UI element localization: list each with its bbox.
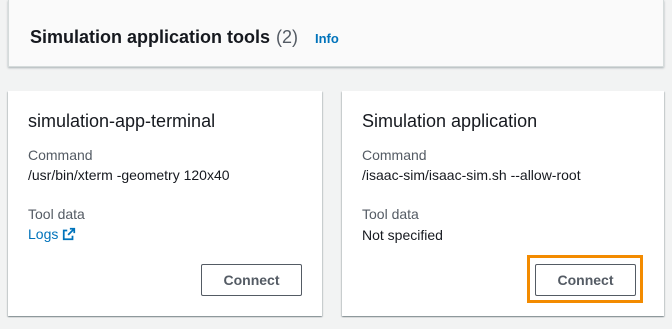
- tools-header-panel: Simulation application tools (2) Info: [8, 0, 664, 67]
- connect-button-simulation-application[interactable]: Connect: [535, 264, 636, 296]
- header-title-text: Simulation application tools: [30, 27, 271, 47]
- command-label: Command: [28, 147, 93, 163]
- tool-data-value: Not specified: [362, 227, 443, 243]
- tool-card-title: Simulation application: [362, 111, 538, 131]
- tool-count: (2): [276, 27, 299, 47]
- logs-link-label: Logs: [28, 226, 59, 242]
- command-value: /isaac-sim/isaac-sim.sh --allow-root: [362, 167, 581, 183]
- command-value: /usr/bin/xterm -geometry 120x40: [28, 167, 230, 183]
- logs-link[interactable]: Logs: [28, 226, 76, 242]
- page-title: Simulation application tools (2): [30, 27, 298, 48]
- info-link[interactable]: Info: [315, 31, 339, 46]
- command-label: Command: [362, 147, 427, 163]
- tool-card-terminal: simulation-app-terminal Command /usr/bin…: [8, 91, 322, 316]
- tool-data-label: Tool data: [362, 206, 419, 222]
- tool-card-simulation-application: Simulation application Command /isaac-si…: [342, 91, 664, 316]
- connect-button-terminal[interactable]: Connect: [201, 264, 302, 296]
- tool-card-title: simulation-app-terminal: [28, 111, 216, 131]
- external-link-icon: [62, 227, 76, 241]
- tool-data-label: Tool data: [28, 206, 85, 222]
